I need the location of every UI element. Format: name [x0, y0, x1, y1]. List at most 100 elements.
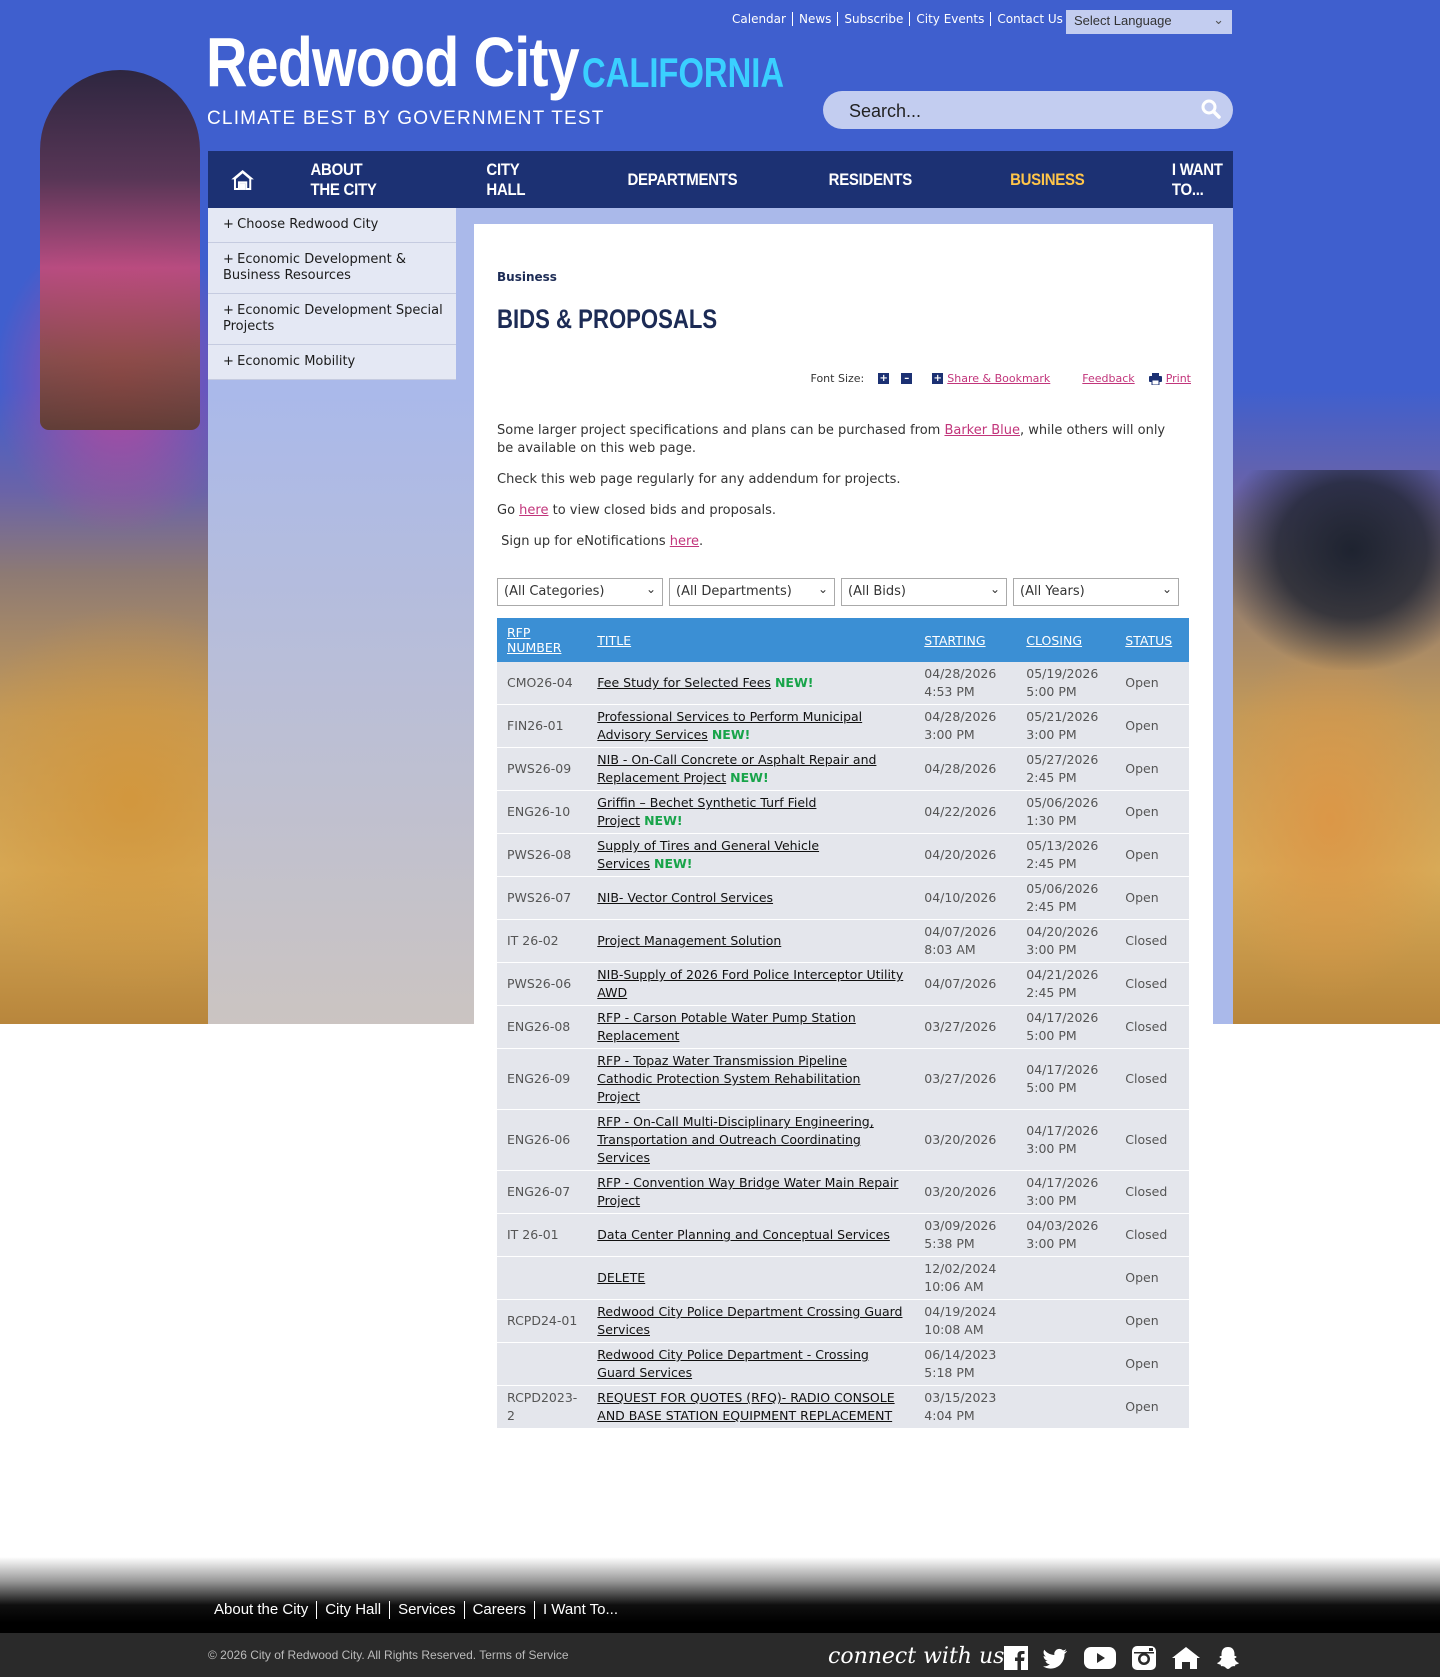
closing-date-cell: 04/21/2026 2:45 PM	[1016, 962, 1116, 1006]
rfp-number-cell: ENG26-06	[497, 1109, 588, 1171]
bid-title-link[interactable]: RFP - Topaz Water Transmission Pipeline …	[597, 1053, 860, 1104]
bid-title-link[interactable]: REQUEST FOR QUOTES (RFQ)- RADIO CONSOLE …	[597, 1390, 894, 1423]
sidebar-item-economic-development-resources[interactable]: + Economic Development & Business Resour…	[208, 243, 456, 294]
barker-blue-link[interactable]: Barker Blue	[944, 423, 1020, 438]
closing-date-cell: 05/27/2026 2:45 PM	[1016, 747, 1116, 791]
utility-link-subscribe[interactable]: Subscribe	[837, 12, 909, 26]
nextdoor-icon[interactable]	[1171, 1645, 1201, 1671]
bid-title-link[interactable]: Griffin – Bechet Synthetic Turf Field Pr…	[597, 795, 816, 828]
bid-title-link[interactable]: Project Management Solution	[597, 933, 781, 948]
print-link[interactable]: Print	[1166, 372, 1191, 385]
nav-business[interactable]: BUSINESS	[1010, 170, 1085, 190]
search-input[interactable]	[847, 97, 1181, 125]
twitter-icon[interactable]	[1043, 1645, 1069, 1671]
bid-title-link[interactable]: Fee Study for Selected Fees	[597, 675, 771, 690]
closed-bids-link[interactable]: here	[519, 503, 548, 518]
status-cell: Open	[1115, 1385, 1189, 1429]
utility-link-calendar[interactable]: Calendar	[726, 12, 792, 26]
bid-title-link[interactable]: NIB- Vector Control Services	[597, 890, 773, 905]
table-row: RCPD24-01 Redwood City Police Department …	[497, 1299, 1189, 1343]
bid-type-filter-select[interactable]: (All Bids) ⌄	[841, 578, 1007, 606]
snapchat-icon[interactable]	[1215, 1645, 1241, 1671]
sidebar-item-label: Choose Redwood City	[237, 217, 379, 232]
footer-links: About the City City Hall Services Career…	[206, 1601, 626, 1619]
search-icon[interactable]	[1201, 99, 1221, 119]
nav-about-the-city[interactable]: ABOUT THE CITY	[311, 160, 392, 200]
category-filter-select[interactable]: (All Categories) ⌄	[497, 578, 663, 606]
footer-link-services[interactable]: Services	[389, 1601, 464, 1619]
column-header-closing[interactable]: CLOSING	[1016, 618, 1116, 662]
footer-link-about-the-city[interactable]: About the City	[206, 1601, 316, 1619]
column-header-title[interactable]: TITLE	[587, 618, 915, 662]
closing-date-cell: 04/17/2026 3:00 PM	[1016, 1170, 1116, 1214]
home-icon[interactable]	[230, 161, 255, 199]
font-size-label: Font Size:	[810, 372, 865, 385]
footer-link-city-hall[interactable]: City Hall	[316, 1601, 389, 1619]
connect-with-us-label: connect with us	[828, 1644, 1005, 1669]
bid-title-link[interactable]: RFP - On-Call Multi-Disciplinary Enginee…	[597, 1114, 873, 1165]
intro-text-part: Some larger project specifications and p…	[497, 423, 945, 438]
department-filter-select[interactable]: (All Departments) ⌄	[669, 578, 835, 606]
font-decrease-icon[interactable]: –	[901, 373, 913, 384]
starting-date-cell: 04/07/2026	[914, 962, 1017, 1006]
title-cell: Project Management Solution	[587, 919, 915, 963]
bid-title-link[interactable]: Supply of Tires and General Vehicle Serv…	[597, 838, 819, 871]
rfp-number-cell: PWS26-06	[497, 962, 588, 1006]
nav-departments[interactable]: DEPARTMENTS	[627, 170, 737, 190]
table-row: IT 26-01 Data Center Planning and Concept…	[497, 1213, 1189, 1257]
bid-title-link[interactable]: Redwood City Police Department Crossing …	[597, 1304, 902, 1337]
footer-link-i-want-to[interactable]: I Want To...	[533, 1601, 626, 1619]
bid-title-link[interactable]: Redwood City Police Department - Crossin…	[597, 1347, 869, 1380]
nav-city-hall[interactable]: CITY HALL	[486, 160, 536, 200]
feedback-link[interactable]: Feedback	[1082, 372, 1134, 385]
logo-title[interactable]: Redwood City	[206, 22, 580, 102]
title-cell: Redwood City Police Department - Crossin…	[587, 1342, 915, 1386]
chevron-down-icon: ⌄	[645, 582, 656, 596]
nav-i-want-to[interactable]: I WANT TO...	[1172, 160, 1229, 200]
year-filter-select[interactable]: (All Years) ⌄	[1013, 578, 1179, 606]
sidebar-item-choose-redwood-city[interactable]: + Choose Redwood City	[208, 208, 456, 243]
footer-link-careers[interactable]: Careers	[463, 1601, 534, 1619]
status-cell: Open	[1115, 1299, 1189, 1343]
column-header-rfp-number[interactable]: RFP NUMBER	[497, 618, 588, 662]
utility-link-contact-us[interactable]: Contact Us	[990, 12, 1069, 26]
bid-title-link[interactable]: NIB-Supply of 2026 Ford Police Intercept…	[597, 967, 903, 1000]
language-select[interactable]: Select Language ⌄	[1066, 10, 1232, 34]
bid-title-link[interactable]: Data Center Planning and Conceptual Serv…	[597, 1227, 890, 1242]
sidebar-item-label: Economic Development Special Projects	[223, 303, 443, 334]
column-header-status[interactable]: STATUS	[1115, 618, 1189, 662]
share-bookmark-link[interactable]: Share & Bookmark	[947, 372, 1050, 385]
table-row: ENG26-10 Griffin – Bechet Synthetic Turf …	[497, 790, 1189, 834]
utility-link-news[interactable]: News	[791, 12, 837, 26]
search-bar	[823, 91, 1233, 129]
status-cell: Open	[1115, 1256, 1189, 1300]
bid-title-link[interactable]: RFP - Carson Potable Water Pump Station …	[597, 1010, 856, 1043]
table-row: RCPD2023-2 REQUEST FOR QUOTES (RFQ)- RADI…	[497, 1385, 1189, 1429]
new-badge: NEW!	[644, 813, 683, 828]
rfp-number-cell: FIN26-01	[497, 704, 588, 748]
utility-link-city-events[interactable]: City Events	[909, 12, 990, 26]
sidebar-item-economic-mobility[interactable]: + Economic Mobility	[208, 345, 456, 380]
palm-tree-image	[1220, 470, 1440, 670]
title-cell: NIB - On-Call Concrete or Asphalt Repair…	[587, 747, 915, 791]
rfp-number-cell: IT 26-02	[497, 919, 588, 963]
bid-title-link[interactable]: DELETE	[597, 1270, 645, 1285]
instagram-icon[interactable]	[1131, 1645, 1157, 1671]
table-row: CMO26-04 Fee Study for Selected Fees NEW! 0…	[497, 662, 1189, 705]
bid-title-link[interactable]: RFP - Convention Way Bridge Water Main R…	[597, 1175, 898, 1208]
print-icon[interactable]	[1148, 372, 1162, 385]
facebook-icon[interactable]	[1003, 1645, 1029, 1671]
nav-residents[interactable]: RESIDENTS	[828, 170, 912, 190]
font-increase-icon[interactable]: +	[878, 373, 890, 384]
closing-date-cell: 04/17/2026 5:00 PM	[1016, 1005, 1116, 1049]
closing-date-cell	[1016, 1299, 1116, 1343]
starting-date-cell: 03/20/2026	[914, 1170, 1017, 1214]
sidebar-item-economic-development-special-projects[interactable]: + Economic Development Special Projects	[208, 294, 456, 345]
enotifications-link[interactable]: here	[670, 534, 699, 549]
share-icon[interactable]: +	[932, 373, 944, 384]
filter-value: (All Bids)	[848, 584, 906, 599]
status-cell: Closed	[1115, 919, 1189, 963]
breadcrumb[interactable]: Business	[497, 270, 557, 284]
youtube-icon[interactable]	[1083, 1645, 1117, 1671]
column-header-starting[interactable]: STARTING	[914, 618, 1017, 662]
